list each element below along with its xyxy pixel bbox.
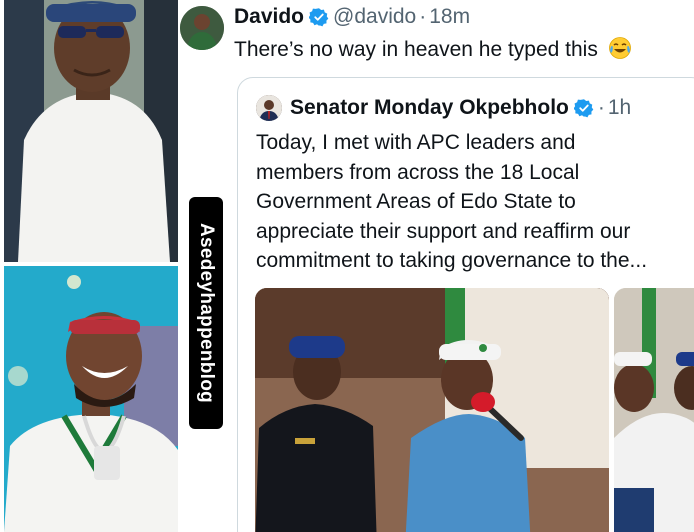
quoted-tweet-timestamp[interactable]: 1h	[608, 96, 631, 120]
quoted-tweet-photo[interactable]	[255, 288, 609, 532]
tweet-header: Davido @davido · 18m	[234, 5, 470, 29]
man-in-white-photo	[4, 0, 178, 262]
tweet-text: There’s no way in heaven he typed this	[234, 38, 598, 61]
quoted-text-line: commitment to taking governance to the..…	[256, 249, 648, 272]
watermark: Asedeyhappenblog	[189, 197, 223, 429]
tweet-timestamp[interactable]: 18m	[429, 5, 470, 29]
quoted-text-line: Government Areas of Edo State to	[256, 190, 576, 213]
quoted-tweet-text: Today, I met with APC leaders and member…	[256, 128, 694, 276]
tweet-body: There’s no way in heaven he typed this	[234, 36, 632, 66]
separator-dot: ·	[419, 5, 427, 28]
quoted-author-avatar[interactable]	[256, 95, 282, 121]
face-with-tears-of-joy-icon	[608, 36, 632, 66]
quoted-text-line: members from across the 18 Local	[256, 160, 580, 184]
author-avatar[interactable]	[180, 6, 224, 50]
quoted-tweet-photo-2[interactable]	[614, 288, 694, 532]
author-name[interactable]: Davido	[234, 5, 304, 29]
author-handle[interactable]: @davido	[333, 5, 416, 29]
verified-badge-icon	[309, 7, 329, 27]
quoted-author-name[interactable]: Senator Monday Okpebholo	[290, 96, 569, 120]
verified-badge-icon	[573, 98, 594, 118]
davido-photo	[4, 266, 178, 532]
quoted-text-line: appreciate their support and reaffirm ou…	[256, 219, 631, 243]
separator-dot: ·	[597, 96, 605, 119]
quoted-text-line: Today, I met with APC leaders and	[256, 131, 576, 154]
quoted-tweet-card[interactable]: Senator Monday Okpebholo · 1h Today, I m…	[237, 77, 694, 532]
quoted-tweet-header: Senator Monday Okpebholo · 1h	[256, 95, 631, 121]
